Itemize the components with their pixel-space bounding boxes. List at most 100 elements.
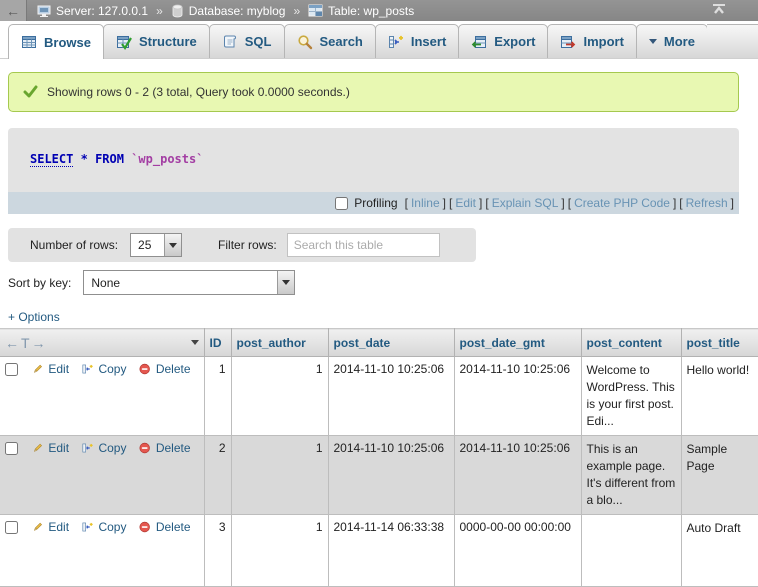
- tab-insert[interactable]: Insert: [375, 24, 459, 58]
- tab-import[interactable]: Import: [547, 24, 636, 58]
- row-select-checkbox[interactable]: [5, 363, 18, 376]
- bracket: [: [485, 196, 488, 210]
- profiling-checkbox[interactable]: [335, 197, 348, 210]
- tab-export[interactable]: Export: [458, 24, 548, 58]
- tab-label: Import: [583, 34, 623, 49]
- cell-id: 2: [204, 436, 231, 515]
- filter-rows-input[interactable]: [287, 233, 440, 257]
- column-header-post-author[interactable]: post_author: [231, 329, 328, 357]
- select-dropdown-button: [164, 234, 181, 256]
- tab-spacer: [0, 24, 8, 58]
- number-of-rows-select[interactable]: 25: [130, 233, 182, 257]
- browse-table-icon: [21, 34, 37, 50]
- edit-row-link[interactable]: Edit: [48, 520, 69, 534]
- cell-post-date: 2014-11-10 10:25:06: [328, 436, 454, 515]
- cell-post-author: 1: [231, 436, 328, 515]
- edit-pencil-icon: [32, 441, 43, 455]
- delete-row-link[interactable]: Delete: [156, 520, 191, 534]
- delete-row-icon: [139, 362, 150, 376]
- copy-row-link[interactable]: Copy: [98, 520, 126, 534]
- breadcrumb-database-link[interactable]: Database: myblog: [189, 4, 286, 18]
- edit-row-link[interactable]: Edit: [48, 362, 69, 376]
- collapse-up-icon: [712, 3, 726, 15]
- row-select-checkbox[interactable]: [5, 442, 18, 455]
- cell-post-content: This is an example page. It's different …: [581, 436, 681, 515]
- number-of-rows-label: Number of rows:: [30, 238, 118, 252]
- profiling-label: Profiling: [354, 196, 397, 210]
- tab-structure[interactable]: Structure: [103, 24, 210, 58]
- delete-row-link[interactable]: Delete: [156, 362, 191, 376]
- bracket: ]: [731, 196, 734, 210]
- bracket: ]: [561, 196, 564, 210]
- actions-column-header: ←T→: [0, 329, 204, 357]
- export-icon: [471, 34, 487, 50]
- row-select-checkbox[interactable]: [5, 521, 18, 534]
- bracket: [: [405, 196, 408, 210]
- cell-post-content: Welcome to WordPress. This is your first…: [581, 357, 681, 436]
- tab-sql[interactable]: SQL: [209, 24, 285, 58]
- copy-row-icon: [82, 520, 93, 534]
- explain-sql-link[interactable]: Explain SQL: [492, 196, 559, 210]
- sort-by-key-label: Sort by key:: [8, 276, 71, 290]
- cell-post-date-gmt: 2014-11-10 10:25:06: [454, 436, 581, 515]
- bracket: ]: [673, 196, 676, 210]
- filter-rows-label: Filter rows:: [218, 238, 277, 252]
- sort-by-key-select[interactable]: None: [83, 270, 295, 295]
- table-icon: [308, 4, 323, 17]
- bracket: [: [679, 196, 682, 210]
- breadcrumb-server-link[interactable]: Server: 127.0.0.1: [56, 4, 148, 18]
- tab-more[interactable]: More: [636, 24, 708, 58]
- tab-bar-filler: [707, 24, 758, 58]
- bracket: [: [449, 196, 452, 210]
- tab-label: Structure: [139, 34, 197, 49]
- query-toolbar: Profiling [ Inline ] [ Edit ] [ Explain …: [8, 192, 739, 214]
- table-row: Edit Copy Delete 3 1 201: [0, 515, 758, 587]
- edit-row-link[interactable]: Edit: [48, 441, 69, 455]
- column-header-id[interactable]: ID: [204, 329, 231, 357]
- column-header-post-date[interactable]: post_date: [328, 329, 454, 357]
- tab-label: Export: [494, 34, 535, 49]
- tab-browse[interactable]: Browse: [8, 24, 104, 59]
- delete-row-link[interactable]: Delete: [156, 441, 191, 455]
- nav-back-button[interactable]: ←: [0, 0, 27, 21]
- cell-post-author: 1: [231, 357, 328, 436]
- create-php-code-link[interactable]: Create PHP Code: [574, 196, 670, 210]
- insert-icon: [388, 34, 404, 50]
- column-header-post-content[interactable]: post_content: [581, 329, 681, 357]
- refresh-link[interactable]: Refresh: [686, 196, 728, 210]
- import-icon: [560, 34, 576, 50]
- sql-icon: [222, 34, 238, 50]
- header-options-icon[interactable]: [191, 340, 199, 345]
- tab-label: Insert: [411, 34, 446, 49]
- sort-by-key-value: None: [84, 271, 277, 294]
- edit-query-link[interactable]: Edit: [455, 196, 476, 210]
- copy-row-link[interactable]: Copy: [98, 441, 126, 455]
- collapse-topbar-button[interactable]: [712, 3, 726, 18]
- tab-search[interactable]: Search: [284, 24, 376, 58]
- table-row: Edit Copy Delete 2 1 201: [0, 436, 758, 515]
- column-header-post-title[interactable]: post_title: [681, 329, 758, 357]
- chevron-down-icon: [169, 243, 177, 248]
- sort-row: Sort by key: None: [8, 270, 295, 295]
- tab-bar: Browse Structure SQL Search: [0, 21, 758, 59]
- inline-link[interactable]: Inline: [411, 196, 440, 210]
- results-table: ←T→ ID post_author post_date post_date_g…: [0, 328, 758, 587]
- search-icon: [297, 34, 313, 50]
- cell-post-author: 1: [231, 515, 328, 587]
- bracket: ]: [443, 196, 446, 210]
- breadcrumb: Server: 127.0.0.1 » Database: myblog » T…: [37, 4, 414, 18]
- copy-row-icon: [82, 441, 93, 455]
- column-header-post-date-gmt[interactable]: post_date_gmt: [454, 329, 581, 357]
- sql-query-text: SELECT * FROM `wp_posts`: [8, 128, 739, 166]
- column-marker-icon[interactable]: ←T→: [5, 335, 48, 351]
- edit-pencil-icon: [32, 520, 43, 534]
- options-toggle-link[interactable]: + Options: [8, 310, 60, 324]
- chevron-down-icon: [649, 39, 657, 44]
- copy-row-link[interactable]: Copy: [98, 362, 126, 376]
- chevron-down-icon: [282, 280, 290, 285]
- table-header-row: ←T→ ID post_author post_date post_date_g…: [0, 329, 758, 357]
- delete-row-icon: [139, 520, 150, 534]
- table-row: Edit Copy Delete 1 1 201: [0, 357, 758, 436]
- status-message-text: Showing rows 0 - 2 (3 total, Query took …: [47, 85, 350, 99]
- breadcrumb-separator: »: [156, 4, 163, 18]
